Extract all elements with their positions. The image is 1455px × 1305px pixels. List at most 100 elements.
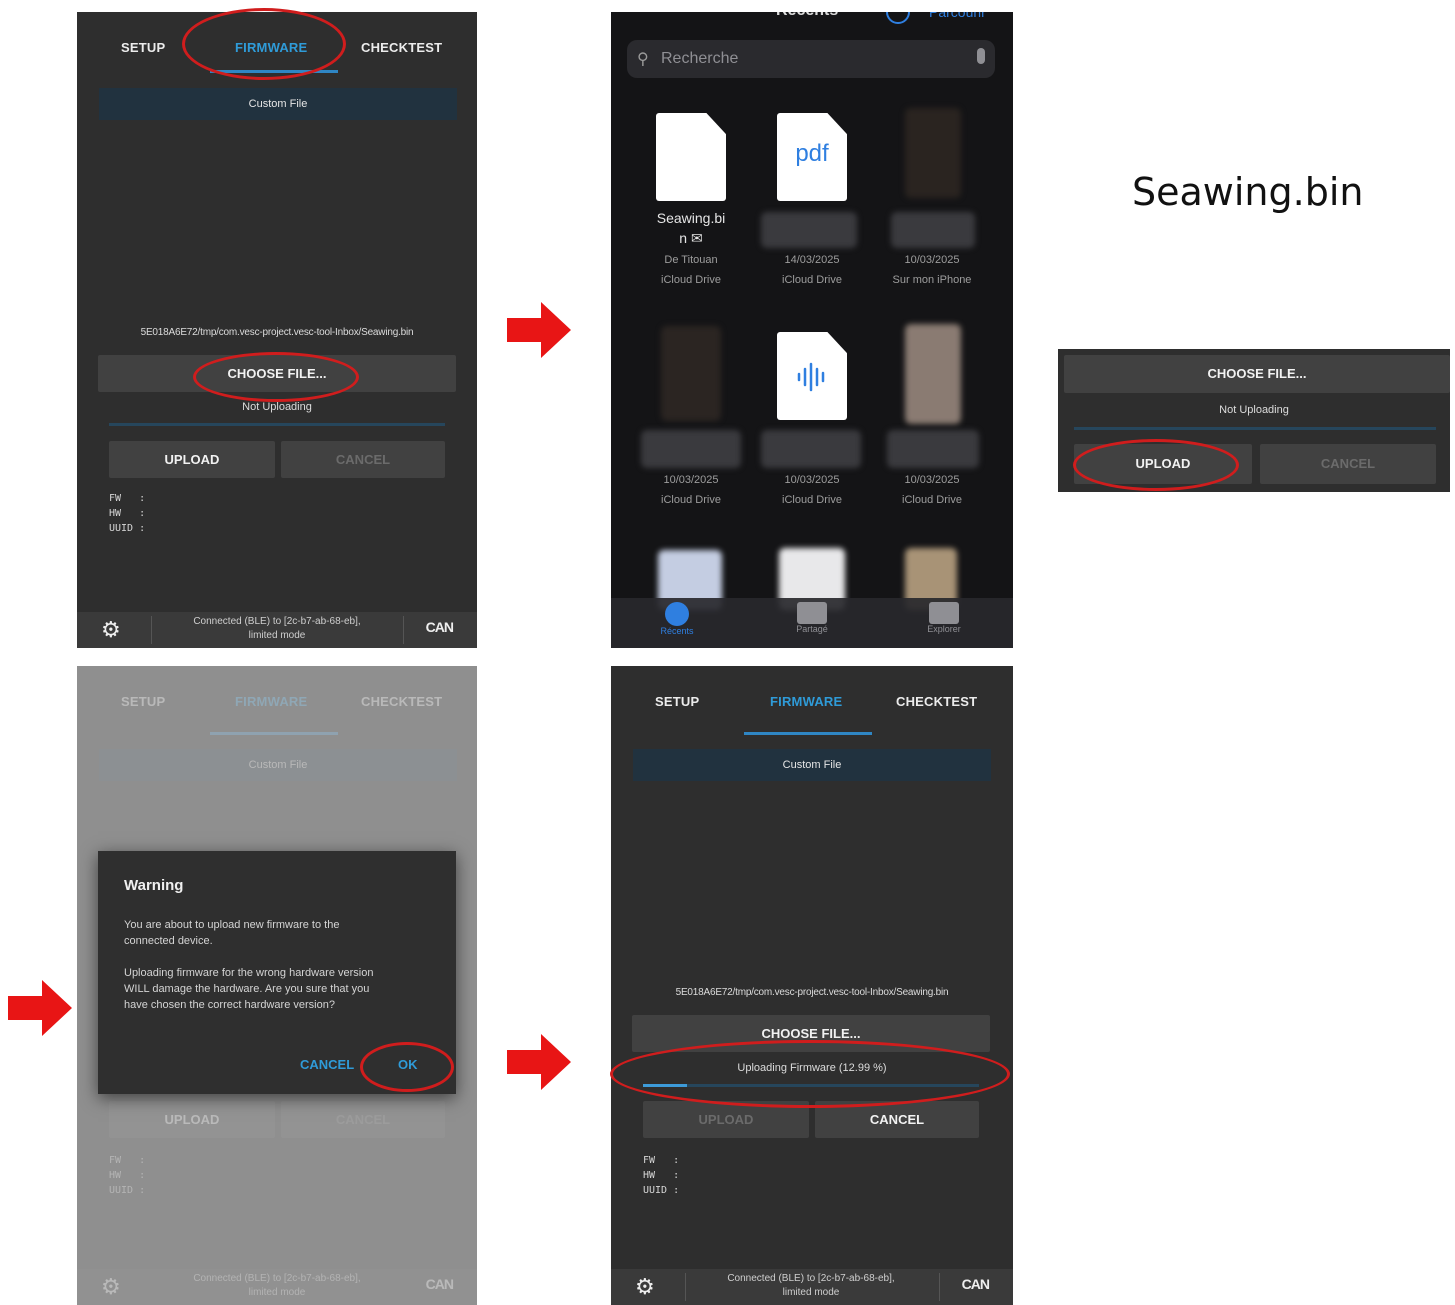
progress-bar (109, 423, 445, 426)
arrow-right-icon (507, 1034, 571, 1090)
device-info: FW : HW : UUID : (643, 1153, 679, 1198)
dialog-line: You are about to upload new firmware to … (124, 919, 340, 931)
file-date: 10/03/2025 (784, 474, 840, 486)
divider (403, 616, 404, 644)
cancel-button[interactable]: CANCEL (1260, 444, 1436, 484)
tab-checktest[interactable]: CHECKTEST (361, 40, 442, 55)
cancel-button[interactable]: CANCEL (281, 441, 445, 478)
cancel-button[interactable]: CANCEL (815, 1101, 979, 1138)
divider (151, 616, 152, 644)
upload-button[interactable]: UPLOAD (109, 441, 275, 478)
shared-tab[interactable]: Partagé (787, 602, 837, 634)
choose-file-button[interactable]: CHOOSE FILE... (98, 355, 456, 392)
hw-line: HW : (109, 508, 146, 519)
can-icon[interactable]: CAN (426, 619, 454, 635)
waveform-icon (797, 362, 825, 392)
upload-button[interactable]: UPLOAD (1074, 444, 1252, 484)
connection-status: Connected (BLE) to [2c-b7-ab-68-eb], limi… (689, 1272, 933, 1300)
blurred-filename (761, 212, 857, 248)
browse-link[interactable]: Parcourir (929, 12, 986, 20)
blurred-thumbnail[interactable] (661, 326, 721, 421)
document-icon[interactable] (656, 113, 726, 201)
connection-line2: limited mode (248, 630, 306, 641)
custom-file-tab[interactable]: Custom File (99, 88, 457, 120)
gear-icon[interactable]: ⚙ (635, 1276, 655, 1298)
panel-upload-zoom: CHOOSE FILE... Not Uploading UPLOAD CANC… (1058, 349, 1450, 492)
search-input[interactable]: Recherche (661, 50, 738, 68)
file-location: iCloud Drive (902, 494, 962, 506)
choose-file-button[interactable]: CHOOSE FILE... (632, 1015, 990, 1052)
search-bar[interactable]: ⚲ Recherche (627, 40, 995, 78)
blurred-thumbnail[interactable] (905, 108, 961, 198)
uuid-line: UUID : (109, 523, 146, 534)
gear-icon[interactable]: ⚙ (101, 619, 121, 641)
blurred-thumbnail[interactable] (905, 324, 961, 424)
tab-firmware[interactable]: FIRMWARE (770, 694, 842, 709)
folder-icon (929, 602, 959, 624)
dialog-line: connected device. (124, 935, 213, 947)
panel-uploading: SETUP FIRMWARE CHECKTEST Custom File 5E0… (611, 666, 1013, 1305)
arrow-right-icon (507, 302, 571, 358)
divider (685, 1273, 686, 1301)
browse-tab[interactable]: Explorer (919, 602, 969, 634)
panel-firmware-choose: SETUP FIRMWARE CHECKTEST Custom File 5E0… (77, 12, 477, 648)
shared-folder-icon (797, 602, 827, 624)
tab-underline (744, 732, 872, 735)
file-location: iCloud Drive (661, 494, 721, 506)
file-location: iCloud Drive (782, 494, 842, 506)
status-footer: ⚙ Connected (BLE) to [2c-b7-ab-68-eb], li… (77, 612, 477, 648)
recents-tab[interactable]: Récents (653, 602, 701, 636)
panel-file-picker: Récents Parcourir ⚲ Recherche Seawing.bi… (611, 12, 1013, 648)
connection-line2: limited mode (782, 1287, 840, 1298)
custom-file-tab[interactable]: Custom File (633, 749, 991, 781)
file-date: 14/03/2025 (784, 254, 840, 266)
browse-tab-label: Explorer (927, 624, 961, 634)
file-date: 10/03/2025 (904, 254, 960, 266)
recents-tab-label: Récents (660, 626, 694, 636)
file-location: iCloud Drive (782, 274, 842, 286)
upload-button[interactable]: UPLOAD (643, 1101, 809, 1138)
file-sender: De Titouan (664, 254, 718, 266)
fw-line: FW : (109, 493, 146, 504)
hw-line: HW : (643, 1170, 680, 1181)
blurred-filename (887, 430, 979, 468)
file-name: Seawing.bi n ✉ (631, 208, 751, 248)
tab-firmware[interactable]: FIRMWARE (235, 40, 307, 55)
upload-status: Uploading Firmware (12.99 %) (737, 1062, 887, 1074)
dialog-message-2: Uploading firmware for the wrong hardwar… (124, 965, 424, 1013)
blurred-filename (761, 430, 861, 468)
file-name-line1: Seawing.bi (656, 210, 726, 226)
upload-status: Not Uploading (1219, 404, 1289, 416)
file-path: 5E018A6E72/tmp/com.vesc-project.vesc-too… (675, 987, 949, 998)
filename-callout: Seawing.bin (1132, 170, 1364, 214)
can-icon[interactable]: CAN (962, 1276, 990, 1292)
clock-icon[interactable] (886, 12, 910, 24)
search-icon: ⚲ (637, 51, 649, 68)
progress-bar (643, 1084, 979, 1087)
file-name-line2: n ✉ (679, 230, 703, 246)
dialog-line: have chosen the correct hardware version… (124, 999, 335, 1011)
tab-bar: SETUP FIRMWARE CHECKTEST (77, 34, 477, 74)
picker-tab-bar: Récents Partagé Explorer (611, 598, 1013, 648)
progress-fill (643, 1084, 687, 1087)
tab-checktest[interactable]: CHECKTEST (896, 694, 977, 709)
shared-tab-label: Partagé (796, 624, 828, 634)
warning-dialog: Warning You are about to upload new firm… (98, 851, 456, 1094)
clock-icon (665, 602, 689, 626)
uuid-line: UUID : (643, 1185, 680, 1196)
file-location: iCloud Drive (661, 274, 721, 286)
file-date: 10/03/2025 (663, 474, 719, 486)
dialog-cancel-button[interactable]: CANCEL (300, 1057, 354, 1072)
tab-setup[interactable]: SETUP (655, 694, 699, 709)
dialog-ok-button[interactable]: OK (398, 1057, 418, 1072)
tab-setup[interactable]: SETUP (121, 40, 165, 55)
pdf-label: pdf (795, 140, 829, 167)
microphone-icon[interactable] (977, 48, 985, 64)
tab-underline (210, 70, 338, 73)
dialog-line: Uploading firmware for the wrong hardwar… (124, 967, 374, 979)
choose-file-button[interactable]: CHOOSE FILE... (1064, 355, 1450, 393)
file-path: 5E018A6E72/tmp/com.vesc-project.vesc-too… (140, 327, 414, 338)
status-footer: ⚙ Connected (BLE) to [2c-b7-ab-68-eb], li… (611, 1269, 1013, 1305)
dialog-line: WILL damage the hardware. Are you sure t… (124, 983, 370, 995)
blurred-filename (641, 430, 741, 468)
